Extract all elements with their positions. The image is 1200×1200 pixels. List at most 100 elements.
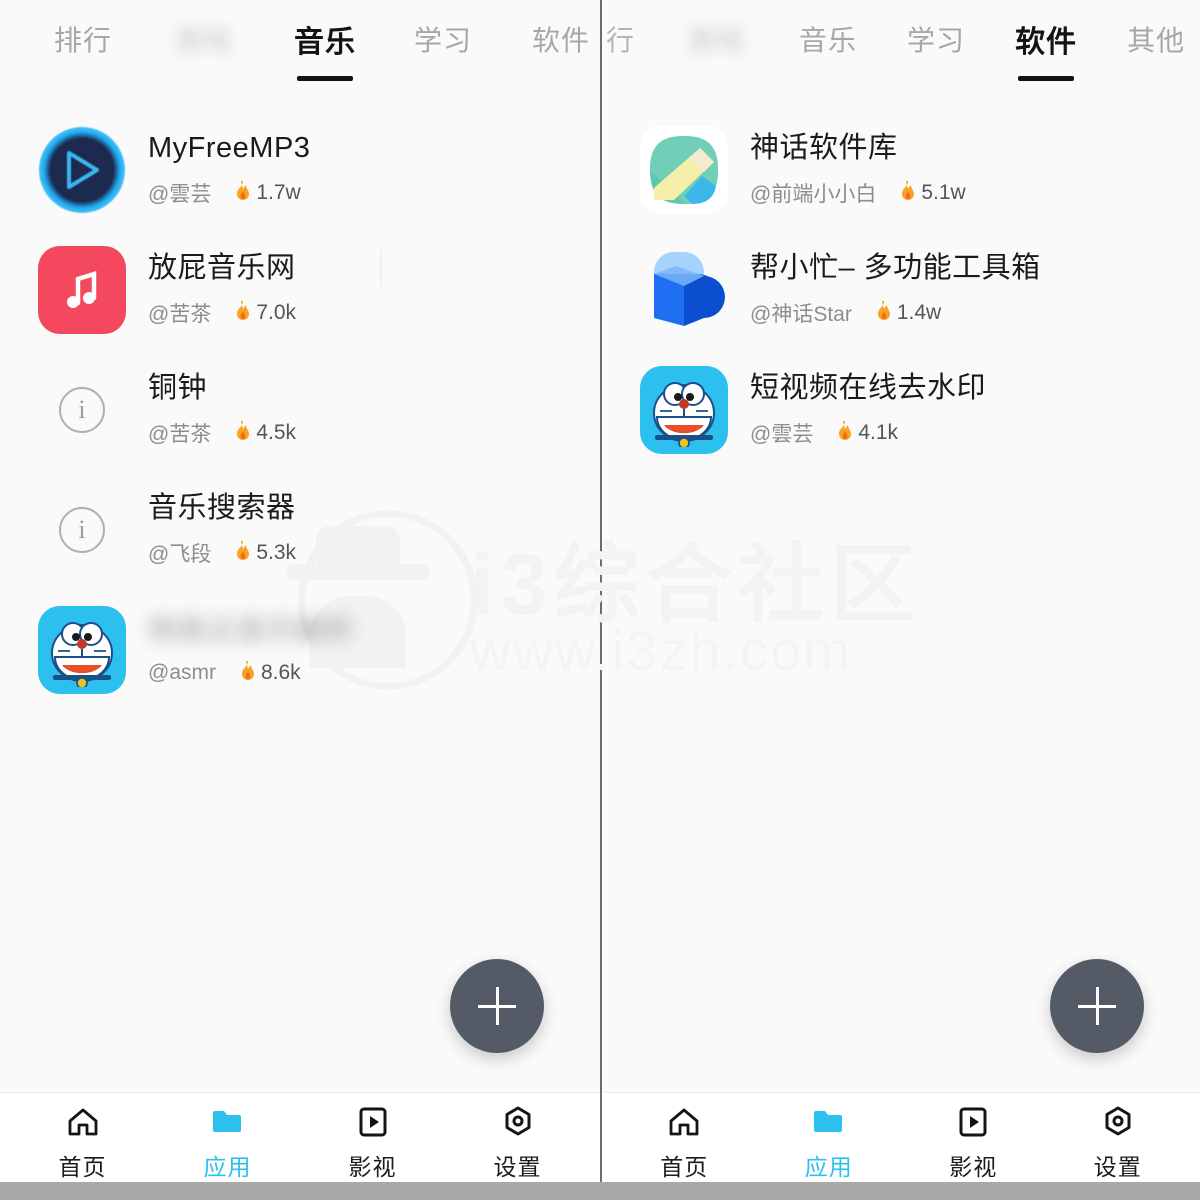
nav-item-video[interactable]: 影视: [300, 1103, 445, 1182]
hot-count: 5.3k: [233, 540, 296, 565]
list-item[interactable]: MyFreeMP3 @雲芸 1.7w: [0, 110, 600, 230]
list-item[interactable]: 短视频在线去水印 @雲芸 4.1k: [602, 350, 1200, 470]
app-title: 帮小忙– 多功能工具箱: [750, 252, 1041, 285]
app-author: @神话Star: [750, 302, 852, 326]
phone-panel-right: 行 游戏 音乐 学习 软件 其他 神话软件库 @前端小小白 5.1w 帮小忙– …: [600, 0, 1200, 1200]
add-button[interactable]: [450, 959, 544, 1053]
list-item[interactable]: i 音乐搜索器 @飞段 5.3k: [0, 470, 600, 590]
dual-phone-screenshot: 排行 游戏 音乐 学习 软件 MyFreeMP3 @雲芸 1.7w 放屁音乐网 …: [0, 0, 1200, 1200]
folder-icon: [810, 1103, 848, 1141]
nav-label: 首页: [660, 1154, 709, 1180]
flame-icon: [233, 420, 253, 445]
flame-icon: [898, 180, 918, 205]
app-info: 短视频在线去水印 @雲芸 4.1k: [750, 372, 986, 447]
myth-pencil-icon: [640, 126, 728, 214]
list-item[interactable]: 放屁音乐网 @苦茶 7.0k: [0, 230, 600, 350]
app-icon: i: [38, 486, 126, 574]
app-icon: i: [38, 366, 126, 454]
app-title: 音乐搜索器: [148, 492, 296, 525]
settings-icon: [1099, 1103, 1137, 1141]
flame-icon: [238, 660, 258, 685]
flame-icon: [233, 300, 253, 325]
app-meta: @飞段 5.3k: [148, 538, 296, 568]
app-info: 铜钟 @苦茶 4.5k: [148, 372, 296, 447]
app-info: 帮小忙– 多功能工具箱 @神话Star 1.4w: [750, 252, 1041, 327]
nav-item-home[interactable]: 首页: [612, 1103, 757, 1182]
folder-icon: [209, 1103, 247, 1141]
app-icon: [38, 126, 126, 214]
home-icon: [64, 1103, 102, 1141]
app-icon: [640, 246, 728, 334]
tab-blurred[interactable]: 游戏: [174, 19, 232, 65]
tab-software[interactable]: 软件: [1015, 17, 1077, 67]
nav-label: 设置: [1093, 1154, 1142, 1180]
tab-ranking[interactable]: 排行: [54, 19, 112, 65]
list-item[interactable]: 神话软件库 @前端小小白 5.1w: [602, 110, 1200, 230]
app-info: 网易云音乐解析 @asmr 8.6k: [148, 615, 355, 684]
doraemon-icon: [640, 366, 728, 454]
app-title: 网易云音乐解析: [148, 615, 355, 648]
nav-item-home[interactable]: 首页: [10, 1103, 155, 1182]
app-author: @asmr: [148, 660, 216, 684]
gesture-bar: [0, 1182, 1200, 1200]
app-author: @前端小小白: [750, 182, 877, 206]
app-title: 神话软件库: [750, 132, 898, 165]
app-meta: @雲芸 4.1k: [750, 418, 986, 448]
tab-ranking-clipped[interactable]: 行: [606, 19, 635, 65]
app-author: @雲芸: [148, 182, 212, 206]
nav-item-settings[interactable]: 设置: [445, 1103, 590, 1182]
hot-count: 1.7w: [233, 180, 301, 205]
hot-count: 7.0k: [233, 300, 297, 325]
bang-cube-icon: [640, 246, 728, 334]
plus-icon: [495, 987, 499, 1025]
app-info: MyFreeMP3 @雲芸 1.7w: [148, 132, 310, 207]
tab-software[interactable]: 软件: [532, 19, 590, 65]
list-item[interactable]: 网易云音乐解析 @asmr 8.6k: [0, 590, 600, 710]
app-author: @飞段: [148, 542, 212, 566]
app-info: 神话软件库 @前端小小白 5.1w: [750, 132, 966, 207]
app-icon: [640, 366, 728, 454]
add-button[interactable]: [1050, 959, 1144, 1053]
app-meta: @神话Star 1.4w: [750, 298, 1041, 328]
nav-label: 应用: [804, 1154, 853, 1180]
app-meta: @前端小小白 5.1w: [750, 178, 966, 208]
app-meta: @苦茶 7.0k: [148, 298, 296, 328]
hot-value: 7.0k: [256, 300, 297, 324]
hot-count: 1.4w: [874, 300, 942, 325]
hot-value: 5.1w: [921, 180, 966, 204]
settings-icon: [499, 1103, 537, 1141]
flame-icon: [835, 420, 855, 445]
flame-icon: [233, 180, 253, 205]
doraemon-icon: [38, 606, 126, 694]
list-item[interactable]: i 铜钟 @苦茶 4.5k: [0, 350, 600, 470]
info-icon: i: [59, 387, 105, 433]
nav-label: 设置: [493, 1154, 542, 1180]
flame-icon: [233, 540, 253, 565]
tab-music[interactable]: 音乐: [294, 17, 356, 67]
app-meta: @雲芸 1.7w: [148, 178, 310, 208]
tab-blurred[interactable]: 游戏: [687, 19, 745, 65]
app-info: 音乐搜索器 @飞段 5.3k: [148, 492, 296, 567]
video-icon: [354, 1103, 392, 1141]
nav-label: 应用: [203, 1154, 252, 1180]
list-item[interactable]: 帮小忙– 多功能工具箱 @神话Star 1.4w: [602, 230, 1200, 350]
app-title: 铜钟: [148, 372, 208, 405]
hot-value: 1.4w: [896, 300, 942, 324]
tab-music[interactable]: 音乐: [799, 19, 857, 65]
nav-item-settings[interactable]: 设置: [1046, 1103, 1191, 1182]
nav-label: 影视: [949, 1154, 998, 1180]
scroll-artifact: [380, 250, 382, 286]
nav-item-apps[interactable]: 应用: [757, 1103, 902, 1182]
app-list: MyFreeMP3 @雲芸 1.7w 放屁音乐网 @苦茶 7.0k i 铜钟 @…: [0, 84, 600, 1092]
home-icon: [665, 1103, 703, 1141]
tab-study[interactable]: 学习: [414, 19, 472, 65]
video-icon: [954, 1103, 992, 1141]
nav-item-video[interactable]: 影视: [901, 1103, 1046, 1182]
nav-item-apps[interactable]: 应用: [155, 1103, 300, 1182]
tab-study[interactable]: 学习: [907, 19, 965, 65]
phone-panel-left: 排行 游戏 音乐 学习 软件 MyFreeMP3 @雲芸 1.7w 放屁音乐网 …: [0, 0, 600, 1200]
tab-other[interactable]: 其他: [1127, 19, 1185, 65]
app-title: 放屁音乐网: [148, 252, 296, 285]
hot-value: 1.7w: [256, 180, 301, 204]
app-info: 放屁音乐网 @苦茶 7.0k: [148, 252, 296, 327]
